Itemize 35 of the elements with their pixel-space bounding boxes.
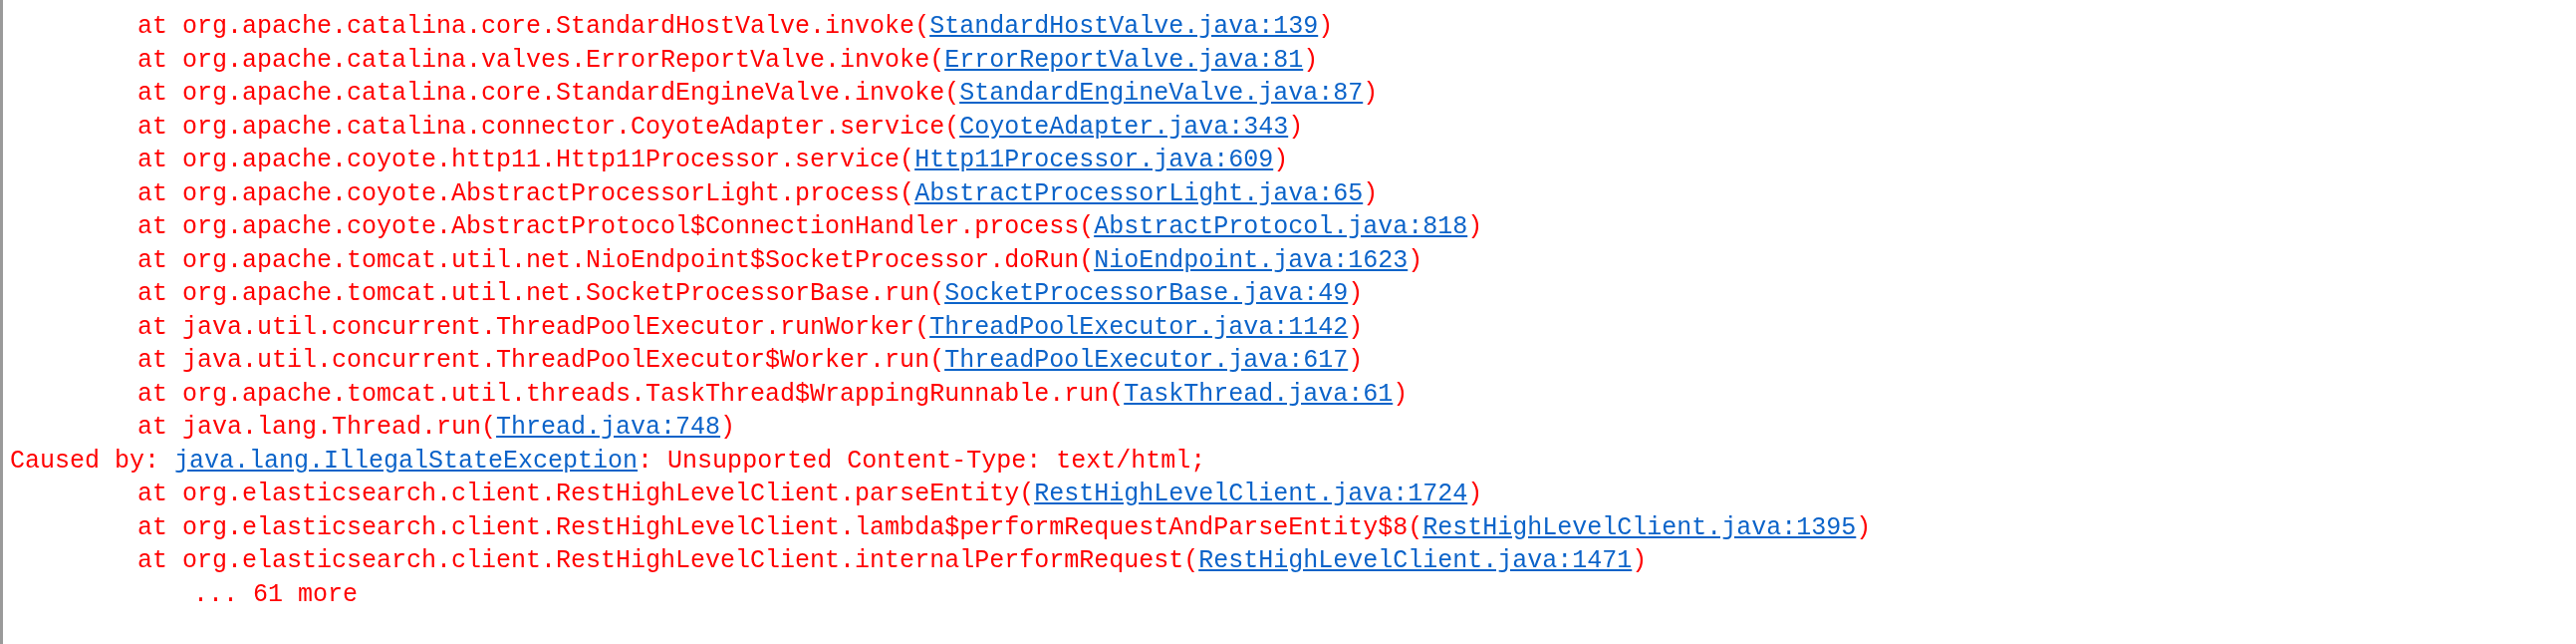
source-link[interactable]: NioEndpoint.java:1623 [1094,245,1409,275]
exception-link[interactable]: java.lang.IllegalStateException [174,446,639,476]
stack-trace-line: at org.apache.catalina.connector.CoyoteAdapter.service(CoyoteAdapter.java:343) [136,111,1304,144]
source-link[interactable]: RestHighLevelClient.java:1395 [1422,512,1857,542]
source-link[interactable]: AbstractProtocol.java:818 [1094,212,1468,241]
source-link[interactable]: ThreadPoolExecutor.java:1142 [929,312,1349,342]
more-frames-text: ... 61 more [192,578,359,611]
source-link[interactable]: TaskThread.java:61 [1124,379,1394,409]
stack-trace-line: at org.apache.catalina.valves.ErrorReportValve.invoke(ErrorReportValve.java:81) [136,44,1319,77]
source-link[interactable]: RestHighLevelClient.java:1471 [1198,546,1633,575]
stack-trace-line: at org.apache.catalina.core.StandardEngineValve.invoke(StandardEngineValve.java:87) [136,78,1379,110]
stack-trace-line: at org.elasticsearch.client.RestHighLevelClient.internalPerformRequest(RestHighLevelClient.java:1471) [136,545,1648,577]
source-link[interactable]: StandardHostValve.java:139 [929,12,1319,41]
stack-trace-line: at org.apache.coyote.AbstractProcessorLight.process(AbstractProcessorLight.java:65) [136,177,1379,210]
stack-trace-line: at org.apache.catalina.core.StandardHostValve.invoke(StandardHostValve.java:139) [136,11,1334,43]
source-link[interactable]: Thread.java:748 [496,413,721,442]
stack-trace-line: at org.apache.coyote.AbstractProtocol$ConnectionHandler.process(AbstractProtocol.java:818) [136,211,1483,243]
source-link[interactable]: ThreadPoolExecutor.java:617 [944,346,1349,375]
source-link[interactable]: StandardEngineValve.java:87 [959,79,1364,108]
source-link[interactable]: ErrorReportValve.java:81 [944,45,1304,75]
stack-trace-line: at org.elasticsearch.client.RestHighLevelClient.parseEntity(RestHighLevelClient.java:1724) [136,479,1483,510]
stack-trace-line: at org.elasticsearch.client.RestHighLevelClient.lambda$performRequestAndParseEntity$8(RestHighLevelClient.java:1395) [136,511,1872,544]
caused-by-line: Caused by: java.lang.IllegalStateException: Unsupported Content-Type: text/html; [10,445,1206,478]
stack-trace-line: at java.util.concurrent.ThreadPoolExecutor$Worker.run(ThreadPoolExecutor.java:617) [136,345,1364,377]
stack-trace-line: at java.util.concurrent.ThreadPoolExecutor.runWorker(ThreadPoolExecutor.java:1142) [136,311,1364,344]
stack-trace-line: at org.apache.tomcat.util.net.NioEndpoint$SocketProcessor.doRun(NioEndpoint.java:1623) [136,244,1423,277]
source-link[interactable]: AbstractProcessorLight.java:65 [914,178,1364,208]
stack-trace-line: at org.apache.tomcat.util.net.SocketProcessorBase.run(SocketProcessorBase.java:49) [136,278,1364,310]
stack-trace-line: at java.lang.Thread.run(Thread.java:748) [136,412,736,444]
source-link[interactable]: SocketProcessorBase.java:49 [944,279,1349,308]
source-link[interactable]: RestHighLevelClient.java:1724 [1034,480,1468,508]
source-link[interactable]: CoyoteAdapter.java:343 [959,112,1289,142]
stack-trace-line: at org.apache.tomcat.util.threads.TaskThread$WrappingRunnable.run(TaskThread.java:61) [136,378,1409,411]
stack-trace-line: at org.apache.coyote.http11.Http11Processor.service(Http11Processor.java:609) [136,145,1289,176]
source-link[interactable]: Http11Processor.java:609 [914,146,1274,174]
